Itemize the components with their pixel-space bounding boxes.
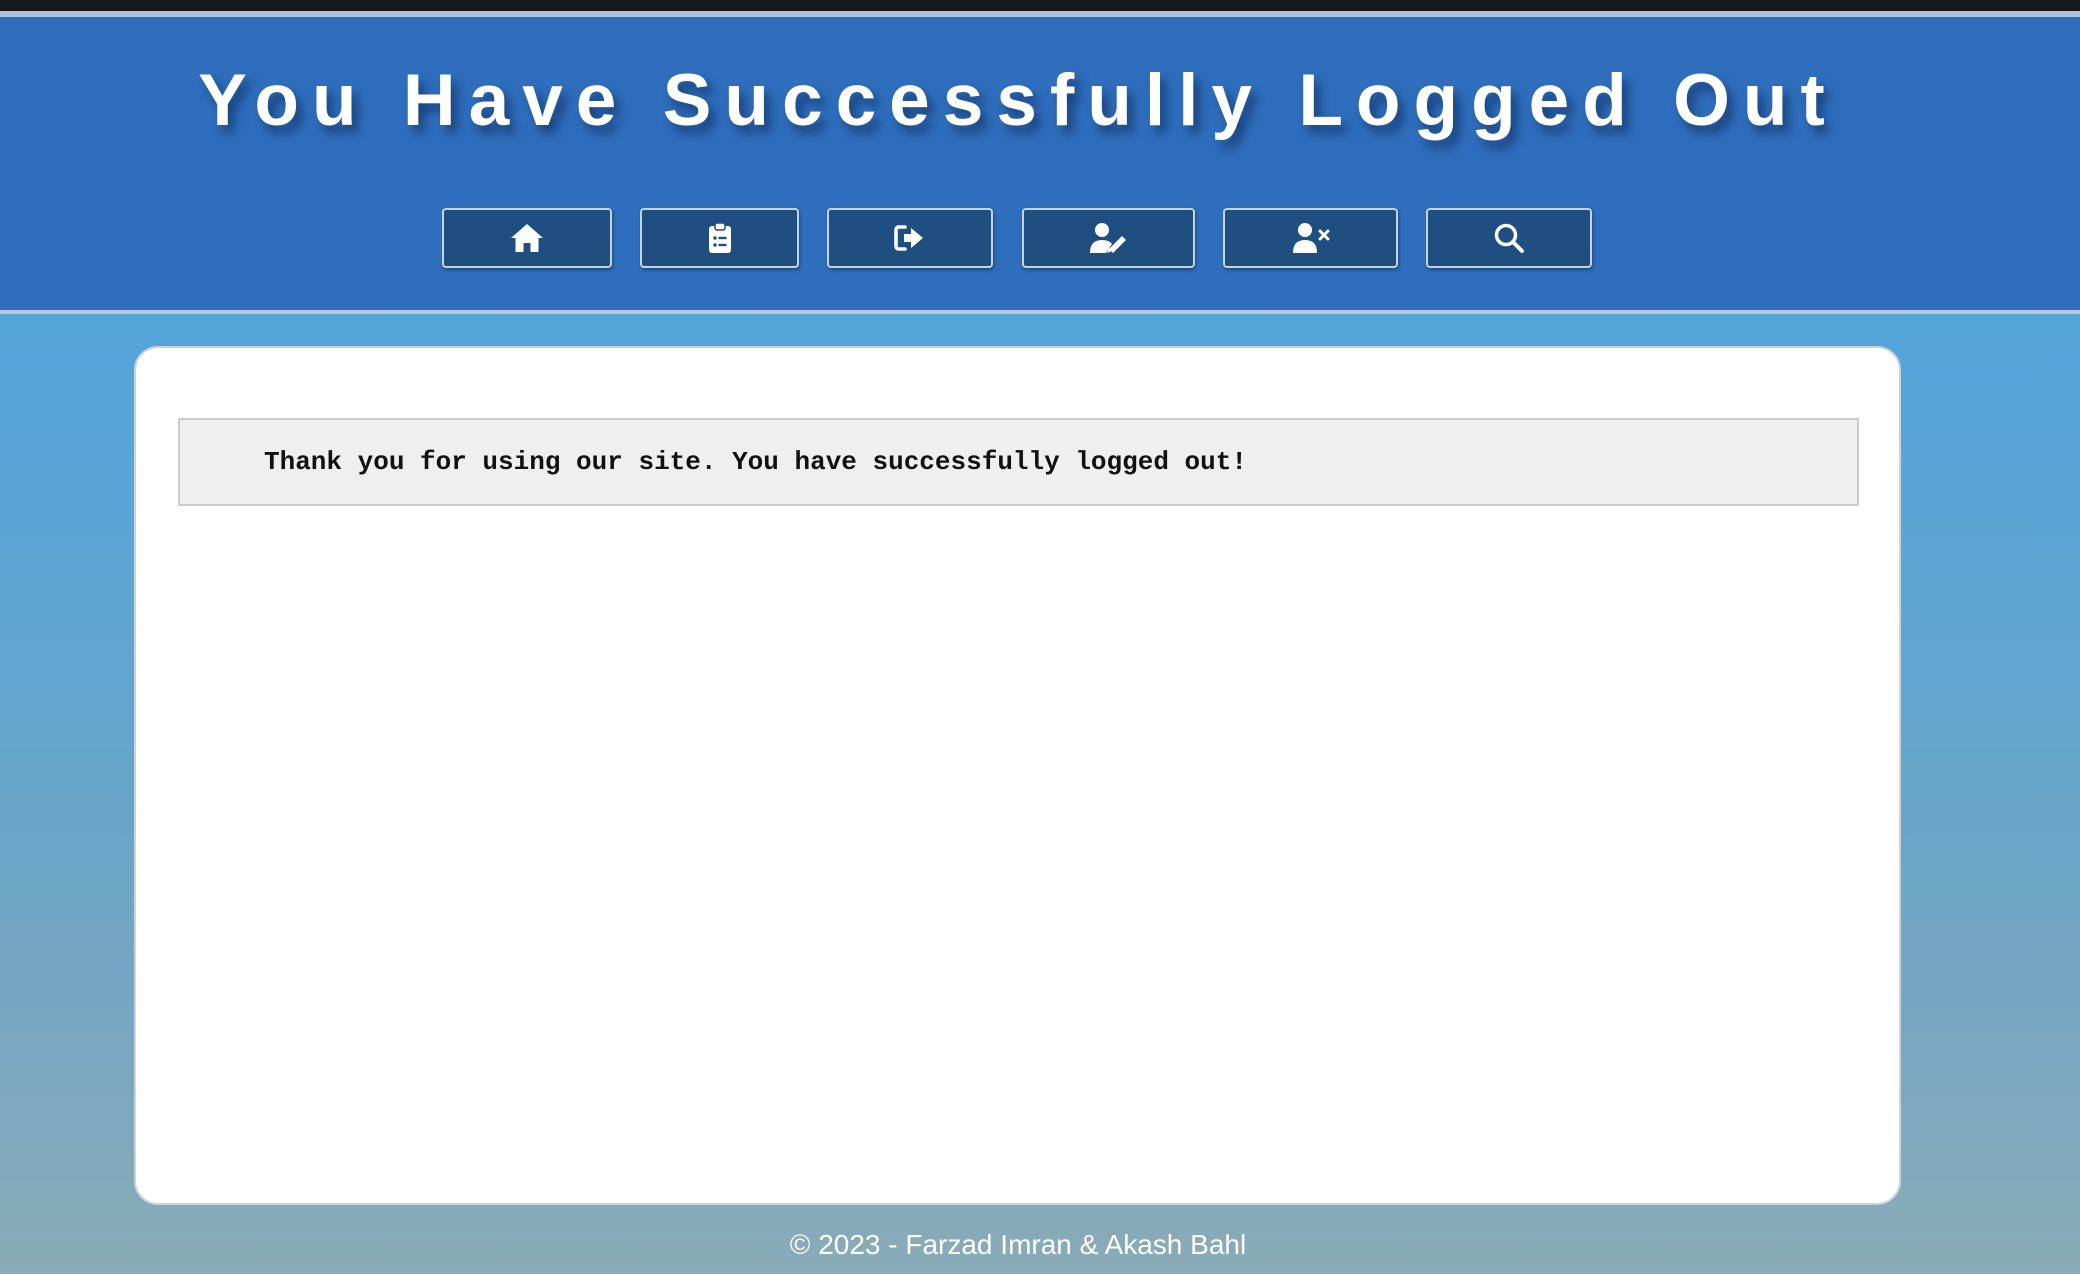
edit-user-button[interactable] xyxy=(1022,208,1195,268)
footer-copyright: © 2023 - Farzad Imran & Akash Bahl xyxy=(789,1229,1247,1260)
user-remove-icon xyxy=(1292,222,1330,254)
logout-message: Thank you for using our site. You have s… xyxy=(264,447,1247,477)
search-button[interactable] xyxy=(1426,208,1592,268)
logout-button[interactable] xyxy=(827,208,993,268)
top-dark-strip xyxy=(0,0,2080,11)
clipboard-button[interactable] xyxy=(640,208,799,268)
clipboard-list-icon xyxy=(708,222,732,254)
home-button[interactable] xyxy=(442,208,612,268)
search-icon xyxy=(1493,222,1525,254)
header-divider xyxy=(0,310,2080,314)
content-card: Thank you for using our site. You have s… xyxy=(134,346,1901,1205)
sign-out-icon xyxy=(894,224,926,252)
user-edit-icon xyxy=(1089,222,1129,254)
home-icon xyxy=(509,222,545,254)
page-title: You Have Successfully Logged Out xyxy=(198,60,1838,141)
remove-user-button[interactable] xyxy=(1223,208,1398,268)
logout-message-box: Thank you for using our site. You have s… xyxy=(178,418,1859,506)
